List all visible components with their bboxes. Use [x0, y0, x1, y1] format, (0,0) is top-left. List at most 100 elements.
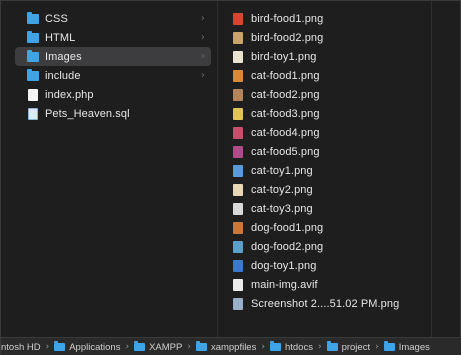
file-item[interactable]: main-img.avif: [221, 275, 431, 294]
file-item-index-php[interactable]: index.php: [15, 85, 211, 104]
folder-item-css[interactable]: CSS ›: [15, 9, 211, 28]
image-thumbnail-icon: [233, 278, 243, 291]
file-item[interactable]: cat-food3.png: [221, 104, 431, 123]
sql-file-icon: [28, 107, 38, 120]
chevron-right-icon: ›: [375, 342, 379, 352]
file-item-label: cat-food5.png: [251, 145, 320, 158]
file-item-label: bird-food2.png: [251, 31, 324, 44]
path-bar: ntosh HD › Applications › XAMPP › xamppfiles › h…: [1, 337, 461, 355]
folder-item-label: include: [45, 69, 81, 82]
file-item-label: Screenshot 2....51.02 PM.png: [251, 297, 400, 310]
folder-icon: [27, 30, 39, 43]
file-item[interactable]: cat-food2.png: [221, 85, 431, 104]
folder-icon: [54, 341, 66, 351]
file-item[interactable]: cat-toy3.png: [221, 199, 431, 218]
folder-icon: [269, 341, 281, 351]
image-thumbnail-icon: [233, 12, 243, 25]
image-thumbnail-icon: [233, 259, 243, 272]
file-item-label: dog-food1.png: [251, 221, 324, 234]
image-thumbnail-icon: [233, 69, 243, 82]
folder-column: CSS › HTML › Images › include › index.ph…: [15, 9, 215, 329]
file-item-label: bird-food1.png: [251, 12, 324, 25]
chevron-right-icon: ›: [261, 342, 265, 352]
path-crumb[interactable]: Images: [383, 341, 430, 353]
file-item[interactable]: cat-food5.png: [221, 142, 431, 161]
folder-icon: [27, 11, 39, 24]
file-item-label: index.php: [45, 88, 94, 101]
chevron-right-icon: ›: [200, 32, 205, 43]
image-thumbnail-icon: [233, 221, 243, 234]
path-crumb[interactable]: ntosh HD: [1, 342, 41, 353]
column-divider[interactable]: [431, 1, 432, 337]
file-item[interactable]: bird-food2.png: [221, 28, 431, 47]
image-thumbnail-icon: [233, 31, 243, 44]
file-item-label: main-img.avif: [251, 278, 318, 291]
folder-item-html[interactable]: HTML ›: [15, 28, 211, 47]
chevron-right-icon: ›: [200, 51, 205, 62]
image-thumbnail-icon: [233, 164, 243, 177]
path-crumb-label: ntosh HD: [1, 341, 41, 353]
chevron-right-icon: ›: [125, 342, 130, 352]
file-item-label: cat-food4.png: [251, 126, 320, 139]
folder-item-label: CSS: [45, 12, 68, 25]
path-crumb[interactable]: XAMPP: [134, 341, 183, 353]
image-thumbnail-icon: [233, 88, 243, 101]
path-crumb[interactable]: project: [326, 341, 371, 353]
path-crumb-label: project: [341, 341, 371, 353]
path-crumb-label: XAMPP: [149, 341, 183, 353]
image-thumbnail-icon: [233, 145, 243, 158]
file-item[interactable]: dog-food1.png: [221, 218, 431, 237]
folder-item-label: Images: [45, 50, 82, 63]
file-item[interactable]: cat-food1.png: [221, 66, 431, 85]
file-item-label: cat-food2.png: [251, 88, 320, 101]
file-item-label: cat-food1.png: [251, 69, 320, 82]
folder-item-include[interactable]: include ›: [15, 66, 211, 85]
folder-item-images[interactable]: Images ›: [15, 47, 211, 66]
file-item-pets-heaven-sql[interactable]: Pets_Heaven.sql: [15, 104, 211, 123]
file-item[interactable]: bird-food1.png: [221, 9, 431, 28]
path-crumb-label: Applications: [69, 341, 121, 353]
file-item-label: bird-toy1.png: [251, 50, 317, 63]
file-item-label: cat-toy2.png: [251, 183, 313, 196]
image-thumbnail-icon: [233, 50, 243, 63]
file-item[interactable]: dog-food2.png: [221, 237, 431, 256]
folder-icon: [195, 341, 207, 351]
file-item[interactable]: Screenshot 2....51.02 PM.png: [221, 294, 431, 313]
file-item-label: dog-food2.png: [251, 240, 324, 253]
folder-icon: [326, 341, 338, 351]
image-thumbnail-icon: [233, 183, 243, 196]
file-item-label: cat-food3.png: [251, 107, 320, 120]
finder-window: CSS › HTML › Images › include › index.ph…: [0, 0, 461, 355]
image-thumbnail-icon: [233, 297, 243, 310]
image-thumbnail-icon: [233, 202, 243, 215]
column-divider[interactable]: [217, 1, 218, 337]
file-item[interactable]: cat-food4.png: [221, 123, 431, 142]
folder-icon: [27, 49, 39, 62]
file-item-label: Pets_Heaven.sql: [45, 107, 130, 120]
file-item[interactable]: dog-toy1.png: [221, 256, 431, 275]
folder-icon: [134, 341, 146, 351]
path-crumb-label: Images: [398, 341, 430, 353]
file-item-label: dog-toy1.png: [251, 259, 317, 272]
file-item[interactable]: cat-toy1.png: [221, 161, 431, 180]
path-crumb[interactable]: Applications: [54, 341, 121, 353]
chevron-right-icon: ›: [317, 342, 322, 352]
file-item[interactable]: bird-toy1.png: [221, 47, 431, 66]
file-item[interactable]: cat-toy2.png: [221, 180, 431, 199]
file-item-label: cat-toy1.png: [251, 164, 313, 177]
path-crumb[interactable]: htdocs: [269, 341, 313, 353]
chevron-right-icon: ›: [187, 342, 191, 352]
folder-icon: [383, 341, 395, 351]
image-thumbnail-icon: [233, 240, 243, 253]
chevron-right-icon: ›: [200, 13, 205, 24]
php-file-icon: [28, 88, 38, 101]
chevron-right-icon: ›: [200, 70, 205, 81]
path-crumb[interactable]: xamppfiles: [195, 341, 257, 353]
folder-item-label: HTML: [45, 31, 76, 44]
path-crumb-label: htdocs: [284, 341, 313, 353]
images-column: bird-food1.png bird-food2.png bird-toy1.pn…: [221, 9, 431, 329]
folder-icon: [27, 68, 39, 81]
path-crumb-label: xamppfiles: [210, 341, 257, 353]
image-thumbnail-icon: [233, 107, 243, 120]
chevron-right-icon: ›: [45, 342, 50, 352]
